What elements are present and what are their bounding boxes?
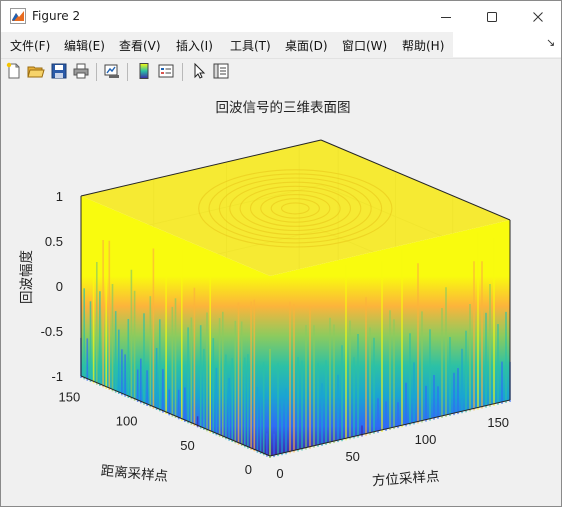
minimize-icon xyxy=(441,16,451,18)
z-tick-label: -1 xyxy=(51,369,63,384)
x-tick-label: 50 xyxy=(345,449,359,464)
figure-canvas: 0 50 100 150 0 50 100 150 -1 -0.5 0 0.5 1 回波信号的三维表面图… xyxy=(1,85,561,506)
property-inspector-icon[interactable] xyxy=(212,62,230,80)
z-tick-label: 0.5 xyxy=(45,234,63,249)
maximize-icon xyxy=(487,11,497,22)
pointer-icon[interactable] xyxy=(190,62,208,80)
toolbar xyxy=(1,58,561,86)
x-tick-label: 0 xyxy=(276,466,283,481)
insert-colorbar-icon[interactable] xyxy=(135,62,153,80)
menu-file[interactable]: 文件(F) xyxy=(10,37,50,54)
open-file-icon[interactable] xyxy=(27,62,45,80)
z-tick-label: 0 xyxy=(56,279,63,294)
matlab-logo-icon xyxy=(10,8,26,24)
menu-window[interactable]: 窗口(W) xyxy=(342,37,387,54)
menu-view[interactable]: 查看(V) xyxy=(119,37,161,54)
chart-title: 回波信号的三维表面图 xyxy=(216,100,351,116)
print-icon[interactable] xyxy=(72,62,90,80)
save-icon[interactable] xyxy=(50,62,68,80)
link-plot-icon[interactable] xyxy=(103,62,121,80)
menu-tools[interactable]: 工具(T) xyxy=(230,37,271,54)
x-axis-label: 方位采样点 xyxy=(371,469,439,490)
surface-plot: 0 50 100 150 0 50 100 150 -1 -0.5 0 0.5 1 回波信号的三维表面图… xyxy=(19,100,511,490)
z-axis-label: 回波幅度 xyxy=(19,250,35,304)
menu-insert[interactable]: 插入(I) xyxy=(176,37,213,54)
surface-mesh xyxy=(80,140,511,458)
x-tick-label: 100 xyxy=(415,432,437,447)
menu-bar: 文件(F) 编辑(E) 查看(V) 插入(I) 工具(T) 桌面(D) 窗口(W… xyxy=(1,32,561,57)
insert-legend-icon[interactable] xyxy=(157,62,175,80)
y-tick-label: 100 xyxy=(116,414,138,429)
menu-help[interactable]: 帮助(H) xyxy=(402,37,444,54)
dock-arrow-icon[interactable]: ↘ xyxy=(546,36,555,49)
menu-desktop[interactable]: 桌面(D) xyxy=(285,37,328,54)
y-tick-label: 50 xyxy=(180,438,194,453)
x-tick-label: 150 xyxy=(487,415,509,430)
y-tick-label: 0 xyxy=(245,462,252,477)
close-button[interactable] xyxy=(515,1,561,32)
z-tick-label: 1 xyxy=(56,189,63,204)
title-bar[interactable]: Figure 2 xyxy=(1,1,561,32)
minimize-button[interactable] xyxy=(423,1,469,32)
figure-window: Figure 2 文件(F) 编辑(E) 查看(V) 插入(I) 工具(T) 桌… xyxy=(0,0,562,507)
menu-edit[interactable]: 编辑(E) xyxy=(64,37,105,54)
window-title: Figure 2 xyxy=(32,9,81,23)
z-tick-label: -0.5 xyxy=(41,324,63,339)
y-axis-label: 距离采样点 xyxy=(100,462,169,485)
close-icon xyxy=(533,11,543,22)
new-figure-icon[interactable] xyxy=(5,62,23,80)
maximize-button[interactable] xyxy=(469,1,515,32)
y-tick-label: 150 xyxy=(58,389,80,404)
